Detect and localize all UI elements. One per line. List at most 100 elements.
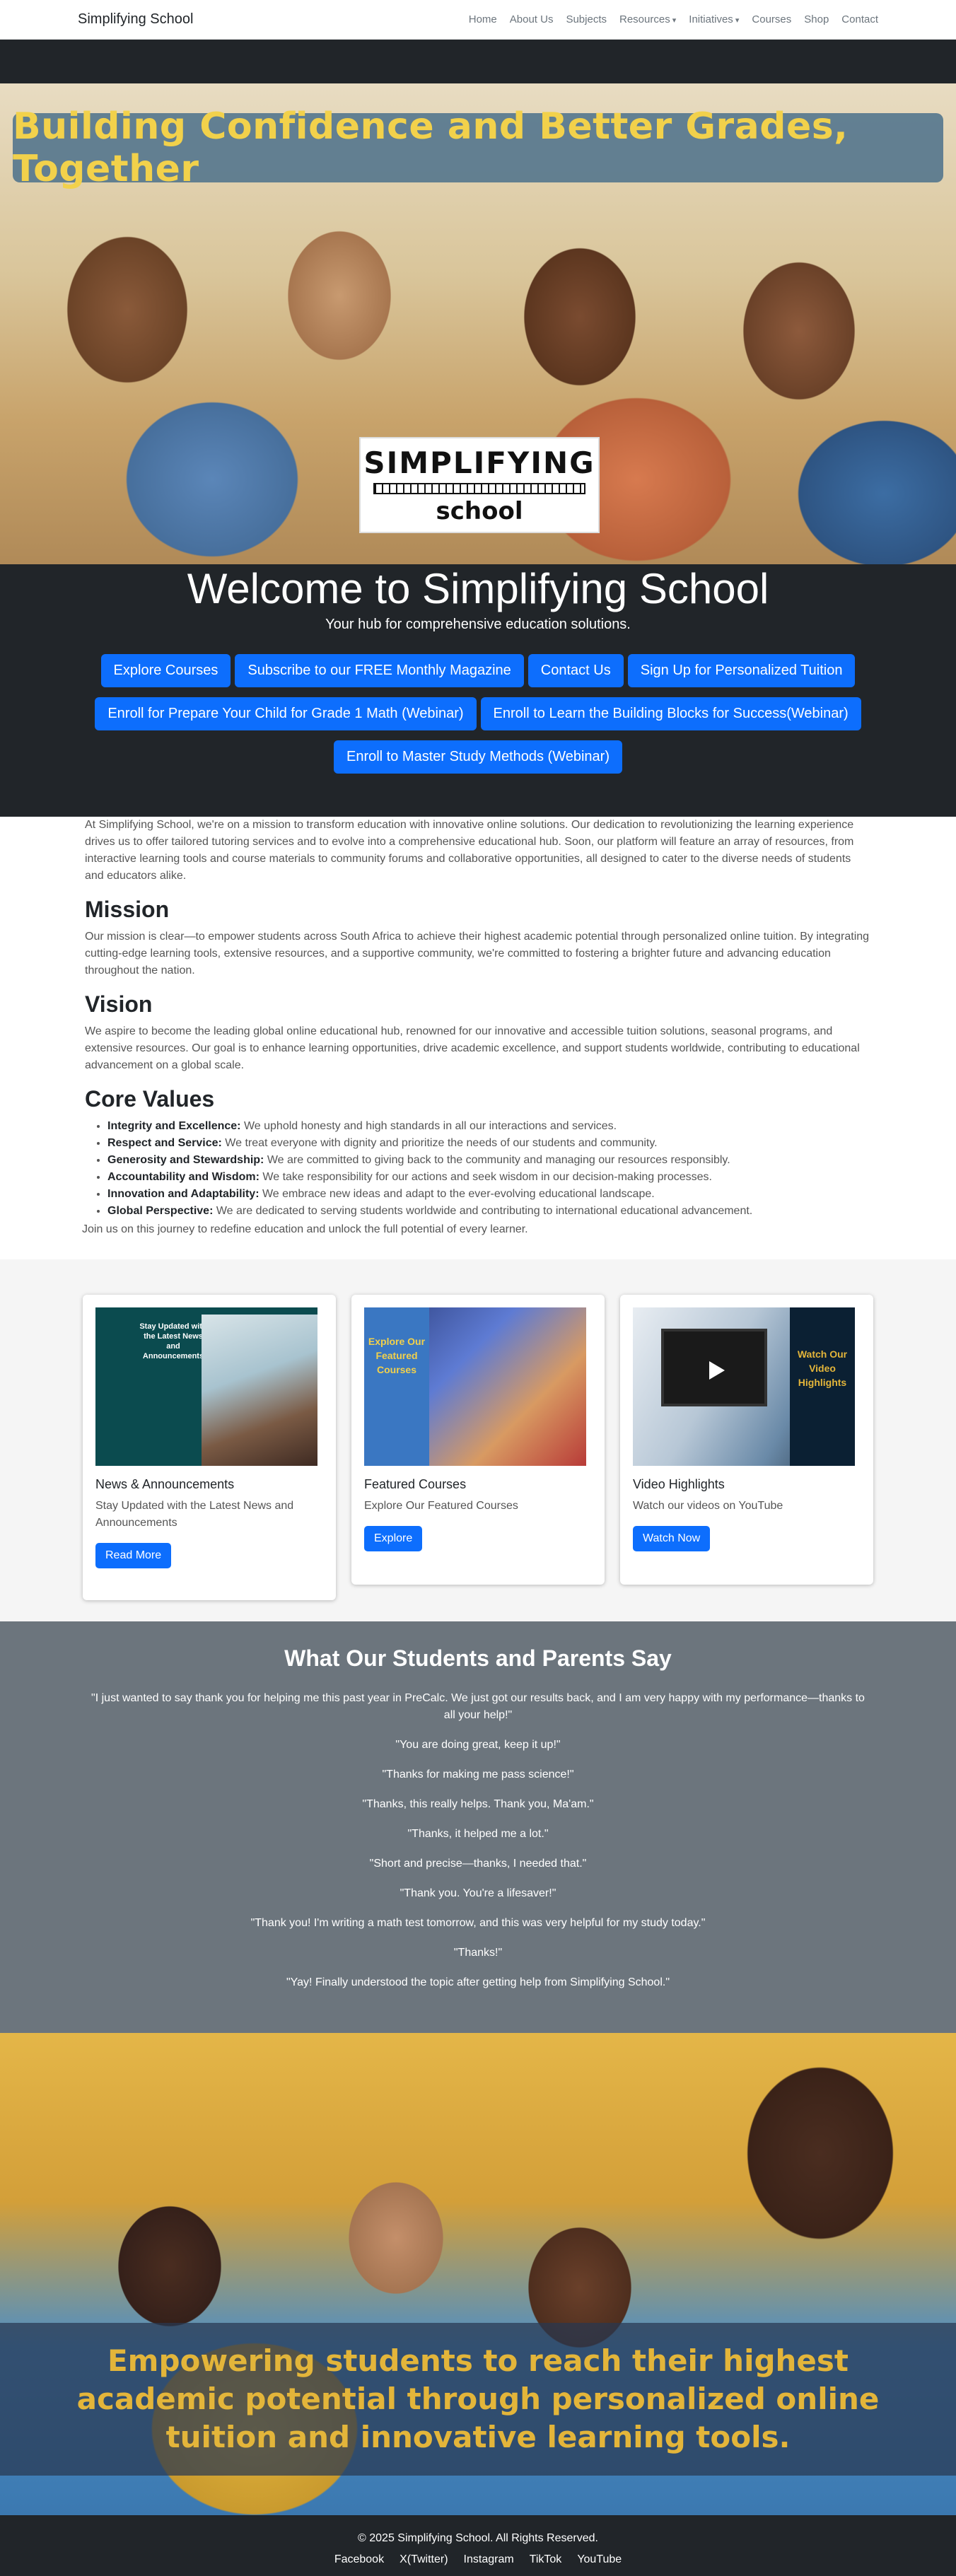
enroll-study-methods-button[interactable]: Enroll to Master Study Methods (Webinar) xyxy=(333,740,622,774)
value-term: Innovation and Adaptability: xyxy=(107,1188,260,1200)
card-text: Explore Our Featured Courses xyxy=(364,1500,518,1512)
nav-item-initiatives-dropdown[interactable]: Initiatives xyxy=(689,13,739,25)
card-title: News & Announcements xyxy=(95,1477,235,1491)
youtube-link[interactable]: YouTube xyxy=(577,2553,622,2566)
navbar: Simplifying School Home About Us Subject… xyxy=(0,0,956,40)
mission-text: Our mission is clear—to empower students… xyxy=(85,931,870,977)
about-closing: Join us on this journey to redefine educ… xyxy=(82,1223,528,1235)
testimonial-quote: "Thank you. You're a lifesaver!" xyxy=(400,1887,556,1899)
courses-card-image: Explore Our Featured Courses xyxy=(364,1307,586,1466)
nav-item-about-us[interactable]: About Us xyxy=(510,13,554,25)
news-card: Stay Updated with the Latest News and An… xyxy=(83,1295,336,1600)
sign-up-tuition-button[interactable]: Sign Up for Personalized Tuition xyxy=(627,654,856,687)
core-values-heading: Core Values xyxy=(85,1086,215,1112)
explore-courses-button[interactable]: Explore Courses xyxy=(100,654,231,687)
nav-item-resources-dropdown[interactable]: Resources xyxy=(619,13,676,25)
logo-wordmark: SIMPLIFYING xyxy=(363,445,595,480)
welcome-subtitle: Your hub for comprehensive education sol… xyxy=(325,617,631,632)
video-card: Watch Our Video Highlights Video Highlig… xyxy=(620,1295,873,1585)
testimonial-quote: "I just wanted to say thank you for help… xyxy=(91,1692,865,1721)
value-desc: We are committed to giving back to the c… xyxy=(264,1154,730,1166)
nav-item-shop[interactable]: Shop xyxy=(804,13,829,25)
read-more-button[interactable]: Read More xyxy=(95,1543,172,1568)
hero-title-box: Building Confidence and Better Grades, T… xyxy=(13,105,943,190)
testimonial-quote: "Thanks for making me pass science!" xyxy=(382,1768,574,1781)
news-card-image: Stay Updated with the Latest News and An… xyxy=(95,1307,317,1466)
list-item: Global Perspective: We are dedicated to … xyxy=(107,1203,871,1220)
value-term: Integrity and Excellence: xyxy=(107,1120,241,1132)
list-item: Integrity and Excellence: We uphold hone… xyxy=(107,1118,871,1135)
list-item: Generosity and Stewardship: We are commi… xyxy=(107,1152,871,1169)
enroll-building-blocks-button[interactable]: Enroll to Learn the Building Blocks for … xyxy=(480,697,861,730)
about-intro: At Simplifying School, we're on a missio… xyxy=(85,819,854,882)
card-text: Stay Updated with the Latest News and An… xyxy=(95,1500,294,1529)
logo-subtext: school xyxy=(436,496,523,525)
courses-card: Explore Our Featured Courses Featured Co… xyxy=(351,1295,605,1585)
value-desc: We take responsibility for our actions a… xyxy=(259,1171,712,1183)
nav-item-courses[interactable]: Courses xyxy=(752,13,791,25)
card-title: Video Highlights xyxy=(633,1477,725,1491)
video-card-image-caption: Watch Our Video Highlights xyxy=(790,1307,855,1466)
testimonial-quote: "Thanks, it helped me a lot." xyxy=(407,1828,549,1840)
card-title: Featured Courses xyxy=(364,1477,467,1491)
list-item: Respect and Service: We treat everyone w… xyxy=(107,1135,871,1152)
testimonial-quote: "Thank you! I'm writing a math test tomo… xyxy=(250,1917,706,1929)
subscribe-magazine-button[interactable]: Subscribe to our FREE Monthly Magazine xyxy=(235,654,524,687)
monitor-graphic xyxy=(661,1329,767,1406)
nav-menu: Home About Us Subjects Resources Initiat… xyxy=(469,13,878,25)
video-card-image: Watch Our Video Highlights xyxy=(633,1307,855,1466)
welcome-heading: Welcome to Simplifying School xyxy=(187,565,769,612)
copyright-text: © 2025 Simplifying School. All Rights Re… xyxy=(358,2532,598,2544)
enroll-grade1-math-button[interactable]: Enroll for Prepare Your Child for Grade … xyxy=(95,697,477,730)
testimonial-quote: "Thanks, this really helps. Thank you, M… xyxy=(362,1798,594,1810)
footer: © 2025 Simplifying School. All Rights Re… xyxy=(0,2515,956,2576)
vision-heading: Vision xyxy=(85,991,153,1017)
hero-title: Building Confidence and Better Grades, T… xyxy=(13,105,849,190)
feature-cards-section: Stay Updated with the Latest News and An… xyxy=(0,1259,956,1621)
contact-us-button[interactable]: Contact Us xyxy=(527,654,624,687)
mission-heading: Mission xyxy=(85,897,170,922)
vision-text: We aspire to become the leading global o… xyxy=(85,1025,860,1071)
value-term: Accountability and Wisdom: xyxy=(107,1171,260,1183)
explore-button[interactable]: Explore xyxy=(364,1526,423,1551)
testimonials-section: What Our Students and Parents Say "I jus… xyxy=(0,1621,956,2033)
testimonial-quote: "Yay! Finally understood the topic after… xyxy=(286,1976,670,1988)
instagram-link[interactable]: Instagram xyxy=(464,2553,514,2566)
about-section: At Simplifying School, we're on a missio… xyxy=(0,817,956,1259)
nav-item-contact[interactable]: Contact xyxy=(841,13,878,25)
nav-item-home[interactable]: Home xyxy=(469,13,497,25)
twitter-link[interactable]: X(Twitter) xyxy=(400,2553,448,2566)
value-term: Respect and Service: xyxy=(107,1137,222,1149)
testimonials-heading: What Our Students and Parents Say xyxy=(284,1645,672,1671)
core-values-list: Integrity and Excellence: We uphold hone… xyxy=(85,1118,871,1220)
nav-item-subjects[interactable]: Subjects xyxy=(566,13,607,25)
facebook-link[interactable]: Facebook xyxy=(334,2553,384,2566)
card-text: Watch our videos on YouTube xyxy=(633,1500,783,1512)
news-card-image-caption: Stay Updated with the Latest News and An… xyxy=(139,1322,207,1360)
testimonial-quote: "Short and precise—thanks, I needed that… xyxy=(369,1858,587,1870)
value-desc: We embrace new ideas and adapt to the ev… xyxy=(259,1188,655,1200)
header-strip xyxy=(0,40,956,83)
value-desc: We uphold honesty and high standards in … xyxy=(240,1120,617,1132)
list-item: Innovation and Adaptability: We embrace … xyxy=(107,1186,871,1203)
value-term: Generosity and Stewardship: xyxy=(107,1154,264,1166)
value-term: Global Perspective: xyxy=(107,1205,214,1217)
brand-link[interactable]: Simplifying School xyxy=(78,11,193,28)
bottom-banner-overlay: Empowering students to reach their highe… xyxy=(0,2323,956,2476)
bottom-banner: Empowering students to reach their highe… xyxy=(0,2033,956,2515)
logo-ruler-graphic xyxy=(373,482,585,494)
site-logo: SIMPLIFYING school xyxy=(359,437,600,533)
value-desc: We treat everyone with dignity and prior… xyxy=(221,1137,658,1149)
tiktok-link[interactable]: TikTok xyxy=(530,2553,562,2566)
list-item: Accountability and Wisdom: We take respo… xyxy=(107,1169,871,1186)
cta-button-group: Explore Courses Subscribe to our FREE Mo… xyxy=(71,654,885,774)
bottom-banner-text: Empowering students to reach their highe… xyxy=(76,2343,880,2454)
value-desc: We are dedicated to serving students wor… xyxy=(213,1205,753,1217)
watch-now-button[interactable]: Watch Now xyxy=(633,1526,711,1551)
social-links: Facebook X(Twitter) Instagram TikTok You… xyxy=(0,2553,956,2566)
classroom-photo xyxy=(202,1315,317,1466)
play-icon xyxy=(709,1361,725,1380)
hero-banner: Building Confidence and Better Grades, T… xyxy=(0,83,956,564)
testimonial-quote: "You are doing great, keep it up!" xyxy=(395,1739,561,1751)
testimonial-quote: "Thanks!" xyxy=(453,1947,503,1959)
